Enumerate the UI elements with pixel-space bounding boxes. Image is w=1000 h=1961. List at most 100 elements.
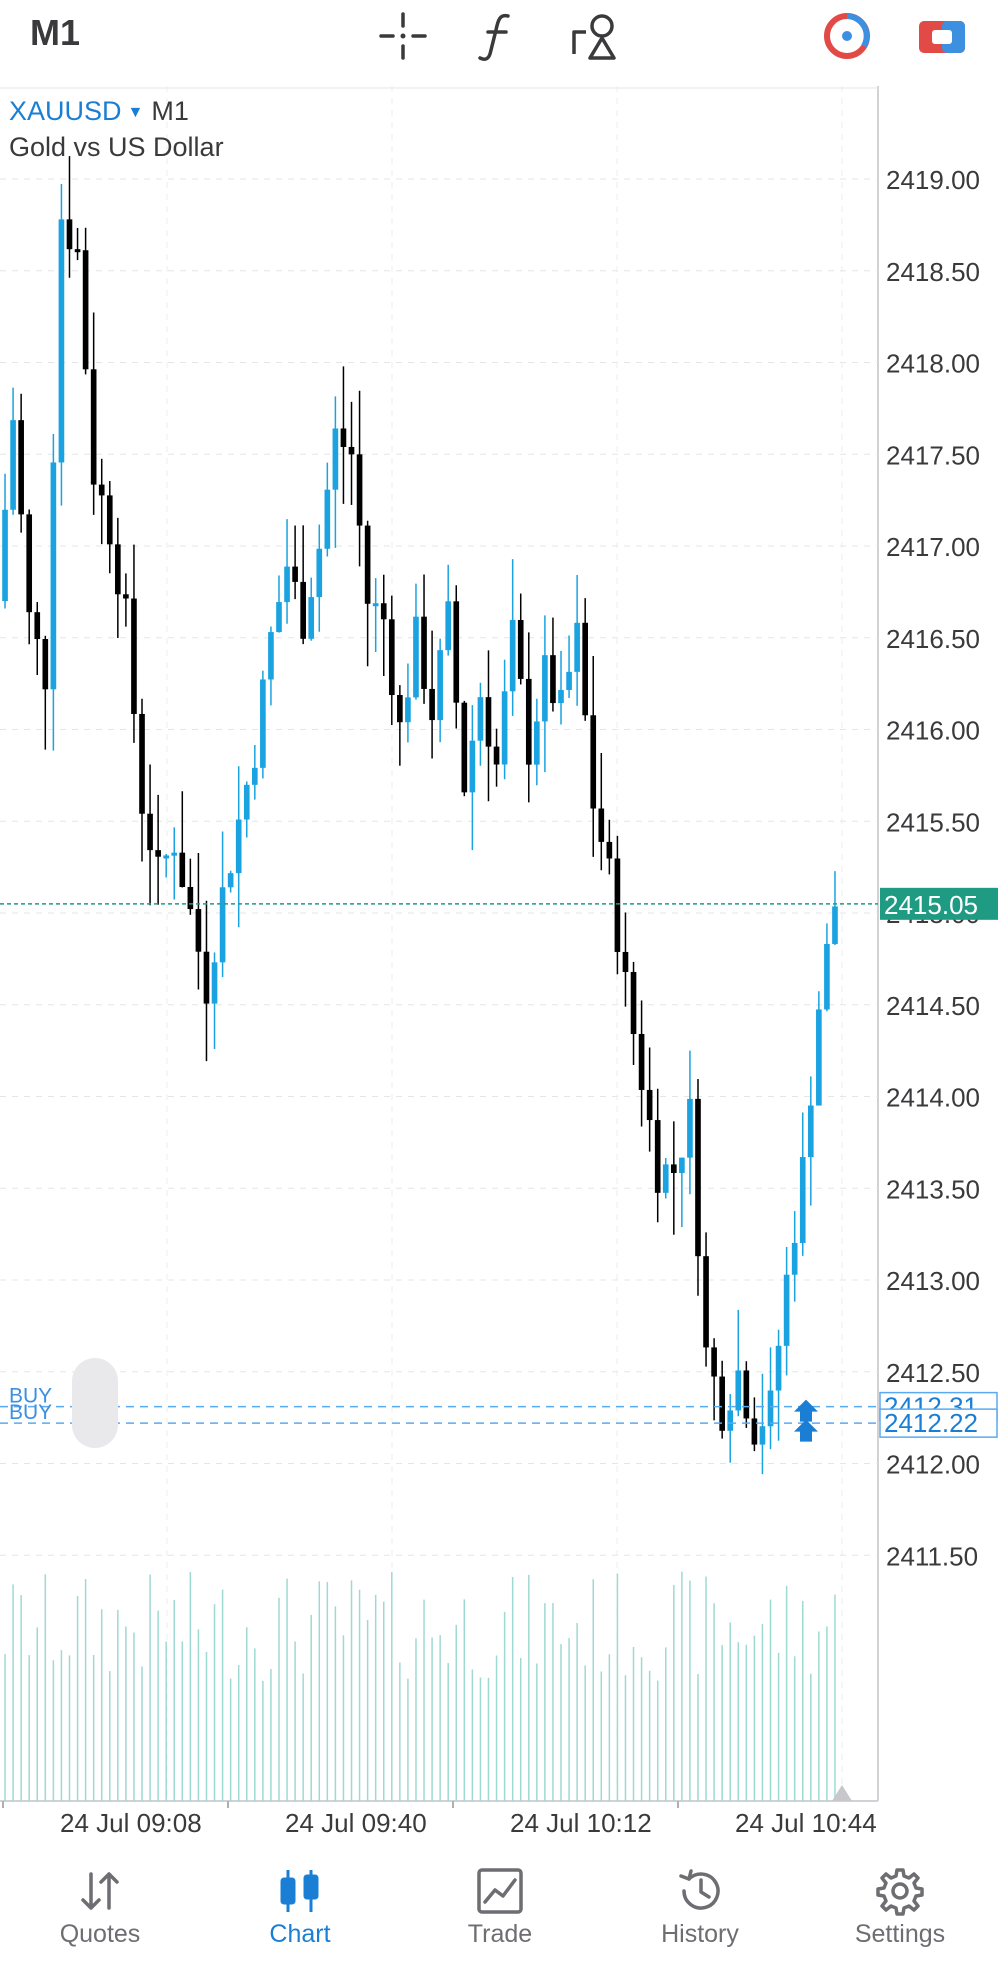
candle-body — [90, 369, 97, 485]
price-tick-label: 2415.50 — [886, 807, 980, 837]
candle-body — [751, 1418, 758, 1445]
candle-body — [187, 887, 194, 910]
price-tick-label: 2418.00 — [886, 349, 980, 379]
symbol-description: Gold vs US Dollar — [9, 132, 224, 162]
candle-body — [614, 858, 621, 952]
one-click-trading-icon[interactable] — [817, 6, 877, 66]
candle-body — [421, 616, 427, 689]
candle-body — [332, 428, 339, 490]
price-tick-label: 2414.00 — [886, 1083, 980, 1113]
candle-body — [58, 219, 65, 463]
candle-body — [670, 1164, 677, 1173]
time-tick-label: 24 Jul 09:08 — [60, 1808, 202, 1838]
candle-body — [34, 612, 41, 640]
chevron-down-icon: ▼ — [127, 104, 144, 121]
candle-body — [622, 951, 629, 972]
tab-label: Chart — [269, 1920, 331, 1948]
gear-icon — [875, 1866, 925, 1916]
candle-body — [155, 850, 161, 857]
timeframe-button[interactable]: M1 — [30, 12, 80, 54]
candle-body — [106, 495, 113, 545]
price-tick-label: 2418.50 — [886, 257, 980, 287]
candle-body — [695, 1098, 701, 1257]
candle-body — [566, 671, 572, 690]
candle-body — [251, 767, 258, 785]
current-price-label: 2415.05 — [884, 890, 978, 920]
time-tick-label: 24 Jul 10:12 — [510, 1808, 652, 1838]
candle-body — [824, 943, 830, 1010]
candle-body — [397, 695, 403, 723]
tab-bar: Quotes Chart Trade History Settings — [0, 1858, 1000, 1961]
candle-body — [654, 1120, 661, 1193]
candle-body — [50, 462, 57, 690]
candle-body — [743, 1370, 750, 1419]
candle-body — [260, 679, 266, 768]
objects-icon[interactable] — [566, 6, 626, 66]
price-tick-label: 2413.50 — [886, 1174, 980, 1204]
tab-trade[interactable]: Trade — [400, 1858, 600, 1961]
candle-body — [131, 598, 137, 714]
candle-body — [542, 655, 548, 722]
candle-body — [348, 446, 355, 455]
candle-body — [123, 594, 129, 599]
candle-body — [203, 951, 210, 1004]
price-tick-label: 2412.00 — [886, 1450, 980, 1480]
candle-body — [558, 689, 564, 704]
price-tick-label: 2419.00 — [886, 165, 980, 195]
candle-body — [10, 420, 16, 510]
price-tick-label: 2413.00 — [886, 1266, 980, 1296]
candle-body — [42, 639, 49, 690]
candle-body — [171, 852, 178, 856]
candle-body — [324, 489, 331, 549]
candle-body — [735, 1370, 742, 1411]
tab-history[interactable]: History — [600, 1858, 800, 1961]
candle-body — [300, 581, 306, 639]
trade-panel-icon[interactable] — [912, 6, 972, 66]
candle-body — [308, 597, 315, 639]
candle-body — [534, 721, 540, 765]
candle-body — [388, 619, 395, 696]
function-icon[interactable] — [468, 6, 528, 66]
crosshair-icon[interactable] — [373, 6, 433, 66]
candle-body — [316, 548, 323, 598]
candle-body — [195, 909, 202, 952]
price-tick-label: 2412.50 — [886, 1358, 980, 1388]
tab-settings[interactable]: Settings — [800, 1858, 1000, 1961]
candle-body — [646, 1089, 653, 1121]
candle-body — [598, 808, 605, 842]
price-tick-label: 2414.50 — [886, 991, 980, 1021]
candle-body — [807, 1105, 814, 1158]
candle-body — [630, 971, 637, 1034]
candle-body — [115, 544, 121, 595]
time-tick-label: 24 Jul 09:40 — [285, 1808, 427, 1838]
candle-body — [429, 688, 435, 721]
order-type-label: BUY — [9, 1401, 52, 1424]
candle-body — [493, 746, 500, 765]
candle-body — [147, 813, 153, 851]
candle-body — [139, 713, 145, 814]
candle-body — [284, 566, 290, 603]
candle-body — [98, 484, 105, 496]
tab-chart[interactable]: Chart — [200, 1858, 400, 1961]
price-tick-label: 2411.50 — [886, 1541, 978, 1571]
tab-quotes[interactable]: Quotes — [0, 1858, 200, 1961]
candle-body — [574, 622, 580, 672]
symbol-name[interactable]: XAUUSD — [9, 96, 122, 126]
candle-body — [606, 841, 613, 859]
tab-label: Quotes — [59, 1920, 141, 1948]
symbol-selector[interactable]: XAUUSD ▼ M1 — [9, 96, 189, 127]
price-chart[interactable]: 2419.00 2418.50 2418.00 2417.50 2417.00 2416.… — [0, 86, 1000, 1858]
candle-body — [292, 566, 298, 582]
symbol-timeframe: M1 — [151, 96, 189, 126]
candle-body — [791, 1242, 798, 1275]
candle-body — [517, 620, 524, 679]
candle-body — [268, 632, 274, 680]
candle-body — [2, 509, 8, 602]
candle-body — [783, 1274, 790, 1346]
trade-icon — [475, 1866, 525, 1916]
candle-body — [405, 697, 411, 723]
history-icon — [675, 1866, 725, 1916]
candle-body — [437, 650, 443, 721]
candle-body — [832, 906, 838, 944]
candle-body — [235, 819, 242, 874]
